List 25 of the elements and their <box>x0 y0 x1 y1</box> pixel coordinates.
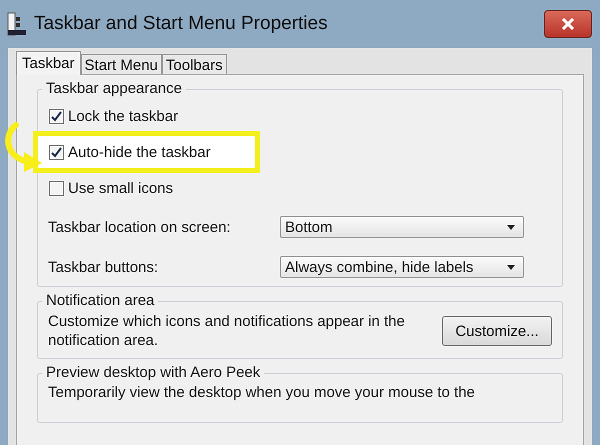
close-icon <box>561 18 575 30</box>
taskbar-app-icon <box>6 11 28 37</box>
checkbox-label: Use small icons <box>68 180 174 196</box>
dropdown[interactable]: Bottom <box>280 216 524 238</box>
checkbox[interactable] <box>49 180 64 196</box>
group-title: Taskbar appearance <box>42 80 186 97</box>
tab[interactable]: Taskbar <box>16 51 81 75</box>
caret-icon <box>507 264 515 270</box>
description-text: Customize which icons and notifications appear in the notification area. <box>48 312 406 350</box>
pointer-arrow <box>2 122 44 174</box>
tab[interactable]: Start Menu <box>80 54 162 74</box>
group-title: Preview desktop with Aero Peek <box>42 364 264 381</box>
field-label: Taskbar location on screen: <box>48 218 232 236</box>
customize-button[interactable]: Customize... <box>442 316 552 346</box>
dropdown[interactable]: Always combine, hide labels <box>280 256 524 278</box>
checkbox-label: Auto-hide the taskbar <box>68 144 211 160</box>
description-text: Temporarily view the desktop when you move your mouse to the <box>48 384 475 401</box>
window-title: Taskbar and Start Menu Properties <box>34 13 328 35</box>
close-button[interactable] <box>544 10 592 38</box>
caret-icon <box>507 224 515 230</box>
checkbox[interactable] <box>49 144 64 160</box>
checkbox-label: Lock the taskbar <box>68 108 178 124</box>
field-label: Taskbar buttons: <box>48 258 160 276</box>
tab[interactable]: Toolbars <box>162 54 227 74</box>
checkbox[interactable] <box>49 108 64 124</box>
